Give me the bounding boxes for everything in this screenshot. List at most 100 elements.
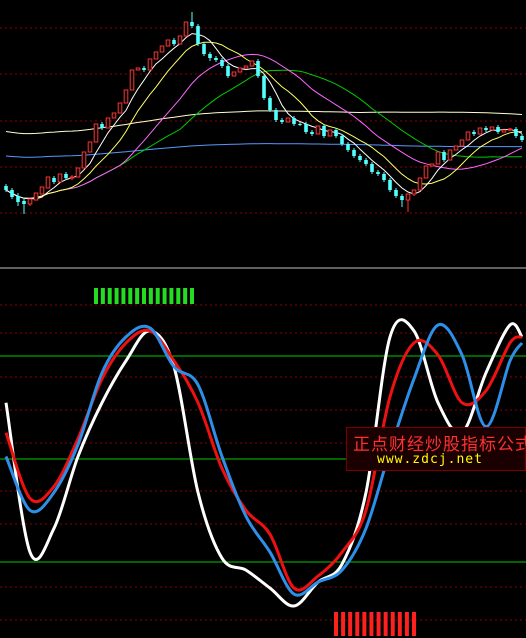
candle-body: [153, 51, 159, 60]
candle-body: [147, 58, 153, 71]
sell-signal-bar: [155, 288, 160, 304]
candle-body: [69, 176, 75, 179]
candle-body: [405, 193, 411, 201]
candle-body: [196, 26, 200, 44]
candle-body: [484, 128, 488, 130]
ma5-line: [5, 33, 523, 200]
stock-chart: [0, 12, 526, 636]
candle-body: [4, 186, 8, 190]
candle-body: [27, 198, 33, 205]
candle-body: [262, 76, 266, 98]
candle-body: [382, 174, 386, 180]
ma60-line: [5, 110, 523, 135]
sell-signal-bar: [142, 288, 146, 304]
candle-body: [190, 22, 194, 26]
candle-body: [231, 71, 237, 77]
sell-signal-bar: [100, 288, 105, 304]
candlesticks: [4, 12, 524, 214]
buy-signal-bar: [369, 612, 374, 636]
candle-body: [39, 186, 45, 195]
candle-body: [237, 67, 243, 73]
sell-signal-bar: [135, 288, 140, 304]
candle-body: [472, 132, 476, 134]
candle-body: [501, 129, 507, 133]
watermark-url: www.zdcj.net: [377, 452, 483, 467]
candle-body: [496, 127, 500, 132]
candle-body: [364, 160, 368, 164]
candle-body: [177, 35, 183, 45]
candle-body: [159, 45, 165, 53]
candle-body: [327, 129, 333, 137]
buy-signal-bar: [355, 612, 360, 636]
buy-signal-bar: [341, 612, 346, 636]
buy-signal-bar: [362, 612, 367, 636]
candle-body: [442, 152, 446, 160]
watermark-box: 正点财经炒股指标公式 www.zdcj.net: [346, 427, 526, 471]
candle-body: [453, 145, 459, 151]
candle-body: [165, 39, 171, 47]
candle-body: [400, 196, 404, 200]
sell-signal-bar: [176, 288, 181, 304]
candle-body: [423, 165, 429, 179]
candle-body: [520, 136, 524, 140]
candle-body: [33, 192, 39, 201]
candle-body: [394, 190, 398, 196]
candle-body: [304, 124, 308, 132]
candle-body: [477, 127, 483, 135]
candle-body: [340, 136, 344, 144]
candle-body: [249, 60, 255, 67]
candle-body: [256, 61, 260, 76]
buy-signal-bar: [397, 612, 402, 636]
buy-signal-bar: [348, 612, 353, 636]
candle-body: [64, 174, 68, 178]
buy-signal-bar: [404, 612, 409, 636]
sell-signal-bar: [169, 288, 174, 304]
candle-body: [81, 151, 87, 169]
sell-signal-bar: [121, 288, 126, 304]
moving-average-lines: [5, 33, 523, 200]
candle-body: [388, 180, 392, 190]
candle-body: [226, 66, 230, 76]
candle-body: [514, 129, 518, 136]
candle-body: [202, 44, 206, 54]
sell-signal-bar: [183, 288, 188, 304]
candle-body: [285, 117, 291, 123]
buy-signal-bar: [376, 612, 381, 636]
sell-signal-bar: [162, 288, 167, 304]
sell-signal-bar: [94, 288, 98, 304]
ma10-line: [5, 41, 522, 199]
sell-signal-markers: [94, 288, 194, 304]
sell-signal-bar: [190, 288, 194, 304]
candle-body: [183, 21, 189, 37]
candle-body: [52, 178, 56, 182]
sell-signal-bar: [128, 288, 133, 304]
candle-body: [10, 190, 14, 197]
candle-body: [105, 117, 111, 129]
candle-body: [429, 163, 435, 167]
candle-body: [220, 60, 224, 66]
candle-body: [208, 54, 212, 58]
candle-body: [129, 69, 135, 91]
candle-body: [334, 130, 338, 136]
candle-body: [435, 151, 441, 165]
candle-body: [322, 126, 326, 136]
candle-body: [352, 150, 356, 156]
candle-body: [123, 89, 129, 104]
candle-body: [45, 176, 51, 189]
candle-body: [417, 177, 423, 191]
candle-body: [57, 173, 63, 183]
candle-body: [16, 196, 20, 202]
candle-body: [111, 112, 117, 119]
candle-body: [298, 124, 302, 125]
candle-body: [489, 126, 495, 131]
candle-body: [315, 125, 321, 135]
buy-signal-bar: [383, 612, 388, 636]
candle-body: [465, 131, 471, 141]
buy-signal-bar: [390, 612, 395, 636]
candle-body: [376, 172, 380, 174]
candle-body: [22, 201, 26, 204]
candle-body: [135, 67, 141, 71]
candle-body: [507, 128, 513, 131]
candle-body: [370, 164, 374, 172]
buy-signal-bar: [334, 612, 338, 636]
